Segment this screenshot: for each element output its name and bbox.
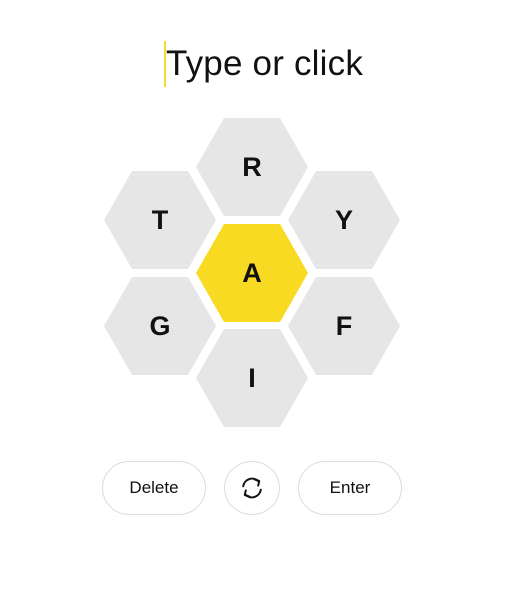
hive-letter-lower-right: F <box>336 311 353 341</box>
hive-cell-bottom[interactable]: I <box>196 329 308 427</box>
hive-letter-upper-left: T <box>152 205 169 235</box>
word-input[interactable]: Type or click <box>163 36 364 92</box>
letter-hive: R T Y A G F I <box>0 0 529 616</box>
hive-controls: Delete Enter <box>0 461 529 517</box>
enter-button[interactable]: Enter <box>298 461 402 515</box>
hive-cell-center[interactable]: A <box>196 224 308 322</box>
enter-button-label: Enter <box>329 478 371 497</box>
delete-button-label: Delete <box>129 478 179 497</box>
hive-letter-top: R <box>242 152 262 182</box>
hive-cell-upper-left[interactable]: T <box>104 171 216 269</box>
hive-letter-upper-right: Y <box>335 205 353 235</box>
hive-cell-top[interactable]: R <box>196 118 308 216</box>
hive-cell-lower-left[interactable]: G <box>104 277 216 375</box>
hive-letter-lower-left: G <box>149 311 170 341</box>
delete-button[interactable]: Delete <box>102 461 206 515</box>
input-caret <box>163 41 166 87</box>
shuffle-button[interactable] <box>224 461 280 515</box>
hive-letter-bottom: I <box>248 363 256 393</box>
shuffle-icon <box>238 474 266 502</box>
word-input-area[interactable]: Type or click <box>0 36 529 92</box>
hive-cell-lower-right[interactable]: F <box>288 277 400 375</box>
input-placeholder: Type or click <box>165 44 364 83</box>
hive-letter-center: A <box>242 258 262 288</box>
hive-cell-upper-right[interactable]: Y <box>288 171 400 269</box>
